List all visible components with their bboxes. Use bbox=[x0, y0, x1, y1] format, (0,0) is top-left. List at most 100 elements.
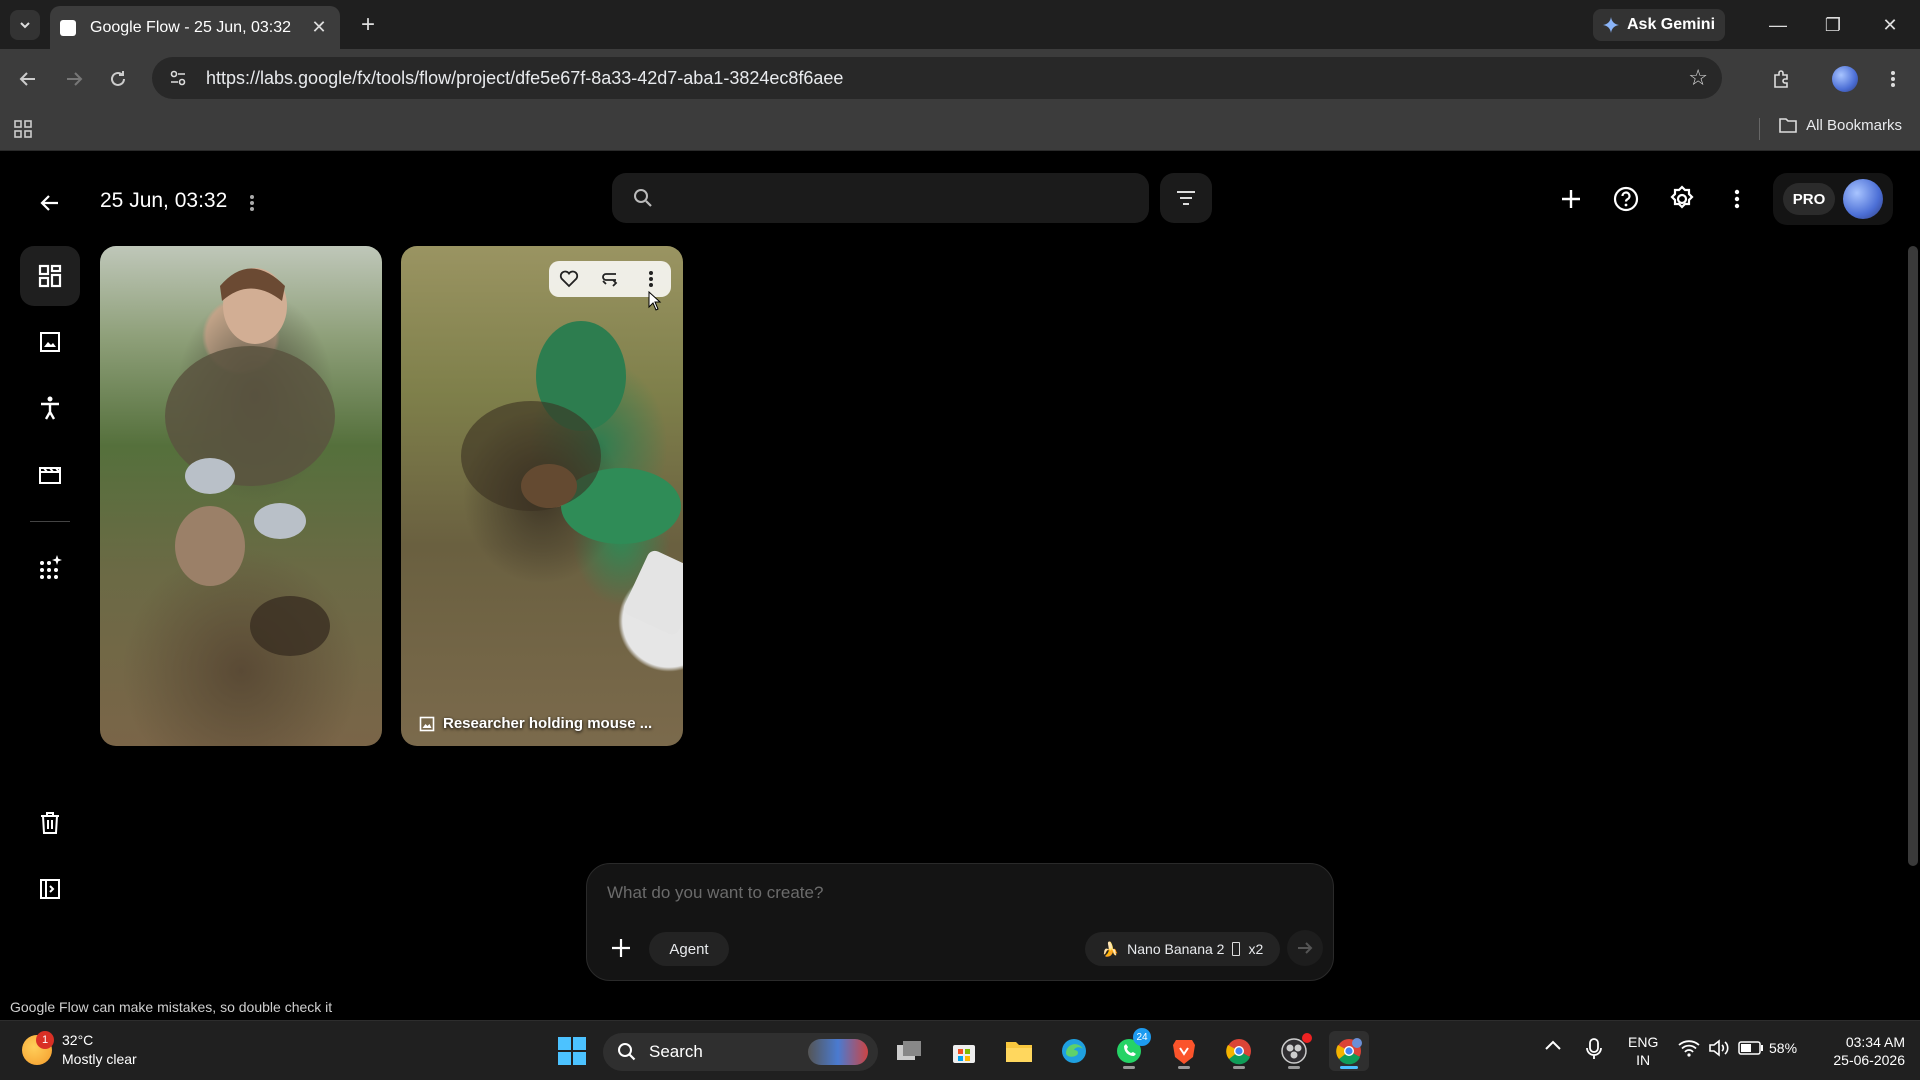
language-indicator[interactable]: ENG IN bbox=[1628, 1033, 1658, 1069]
add-button[interactable] bbox=[1553, 181, 1589, 217]
tab-favicon-icon bbox=[60, 19, 76, 36]
profile-avatar[interactable] bbox=[1828, 62, 1862, 96]
weather-widget[interactable]: 1 32°C Mostly clear bbox=[22, 1031, 137, 1069]
close-window-icon[interactable]: ✕ bbox=[1870, 9, 1910, 41]
whatsapp-badge: 24 bbox=[1133, 1028, 1151, 1046]
chrome-profile-icon[interactable] bbox=[1329, 1031, 1369, 1071]
reload-icon[interactable] bbox=[102, 63, 134, 95]
app-running-indicator bbox=[1123, 1066, 1135, 1069]
chrome-icon[interactable] bbox=[1219, 1031, 1259, 1071]
filter-icon bbox=[1177, 191, 1195, 205]
search-icon bbox=[618, 1043, 636, 1061]
recording-indicator bbox=[1302, 1033, 1312, 1043]
back-icon[interactable] bbox=[12, 63, 44, 95]
sidebar-grid-view[interactable] bbox=[20, 246, 80, 306]
browser-tab-bar: Google Flow - 25 Jun, 03:32 ✕ + Ask Gemi… bbox=[0, 0, 1920, 49]
sidebar-characters[interactable] bbox=[20, 378, 80, 438]
add-media-button[interactable] bbox=[603, 930, 639, 966]
avatar[interactable] bbox=[1843, 179, 1883, 219]
model-selector[interactable]: 🍌 Nano Banana 2 x2 bbox=[1085, 932, 1280, 966]
sidebar-divider bbox=[30, 521, 70, 522]
prompt-composer: Agent 🍌 Nano Banana 2 x2 bbox=[586, 863, 1334, 981]
disclaimer-text: Google Flow can make mistakes, so double… bbox=[10, 999, 333, 1015]
edge-browser-icon[interactable] bbox=[1054, 1031, 1094, 1071]
battery-icon bbox=[1738, 1041, 1763, 1055]
tab-close-icon[interactable]: ✕ bbox=[308, 17, 330, 39]
banana-icon: 🍌 bbox=[1101, 940, 1120, 957]
apps-grid-icon[interactable] bbox=[12, 118, 34, 145]
browser-tab-active[interactable]: Google Flow - 25 Jun, 03:32 ✕ bbox=[50, 6, 340, 49]
search-icon bbox=[634, 189, 652, 207]
agent-chip[interactable]: Agent bbox=[649, 932, 729, 966]
brave-browser-icon[interactable] bbox=[1164, 1031, 1204, 1071]
sidebar-scenes[interactable] bbox=[20, 444, 80, 504]
sparkle-grid-icon bbox=[40, 555, 62, 579]
help-button[interactable] bbox=[1608, 181, 1644, 217]
bookmarks-divider bbox=[1759, 118, 1760, 140]
grid-icon bbox=[38, 264, 62, 288]
bookmark-star-icon[interactable]: ☆ bbox=[1688, 65, 1708, 91]
minimize-icon[interactable]: — bbox=[1758, 9, 1798, 41]
filter-button[interactable] bbox=[1160, 173, 1212, 223]
whatsapp-icon[interactable]: 24 bbox=[1109, 1028, 1151, 1071]
app-active-indicator bbox=[1340, 1066, 1358, 1069]
restore-icon[interactable]: ❐ bbox=[1813, 9, 1853, 41]
folder-icon bbox=[1779, 118, 1797, 133]
temperature: 32°C bbox=[62, 1032, 94, 1048]
sidebar-trash[interactable] bbox=[20, 793, 80, 853]
ask-gemini-button[interactable]: Ask Gemini bbox=[1593, 9, 1725, 41]
task-view-icon[interactable] bbox=[889, 1031, 929, 1071]
settings-button[interactable] bbox=[1664, 181, 1700, 217]
sidebar-collapse-panel[interactable] bbox=[20, 859, 80, 919]
all-bookmarks-button[interactable]: All Bookmarks bbox=[1778, 116, 1902, 134]
app-running-indicator bbox=[1178, 1066, 1190, 1069]
microphone-icon[interactable] bbox=[1586, 1037, 1602, 1061]
gallery-card-researcher-holding-mouse[interactable]: Researcher holding mouse ... bbox=[401, 246, 683, 746]
search-input[interactable] bbox=[654, 173, 1149, 223]
wifi-icon[interactable] bbox=[1678, 1039, 1700, 1057]
prompt-input[interactable] bbox=[607, 878, 1307, 908]
help-icon bbox=[1613, 186, 1639, 212]
back-arrow-icon[interactable] bbox=[32, 185, 68, 221]
tab-search-button[interactable] bbox=[10, 10, 40, 40]
taskbar-search[interactable]: Search bbox=[603, 1033, 878, 1071]
obs-studio-icon[interactable] bbox=[1274, 1031, 1314, 1071]
arrow-right-icon bbox=[1298, 942, 1313, 954]
system-clock[interactable]: 03:34 AM 25-06-2026 bbox=[1815, 1033, 1905, 1069]
card-more-icon[interactable] bbox=[636, 264, 666, 294]
start-button[interactable] bbox=[552, 1031, 592, 1071]
address-bar[interactable]: https://labs.google/fx/tools/flow/projec… bbox=[152, 57, 1722, 99]
forward-icon[interactable] bbox=[58, 63, 90, 95]
volume-icon[interactable] bbox=[1708, 1039, 1730, 1057]
show-hidden-icons-chevron-up-icon[interactable] bbox=[1544, 1039, 1562, 1051]
microsoft-store-icon[interactable] bbox=[944, 1031, 984, 1071]
figure-icon bbox=[41, 396, 59, 420]
reuse-prompt-icon[interactable] bbox=[595, 264, 625, 294]
gallery-card-researcher-kneeling[interactable] bbox=[100, 246, 382, 746]
more-options-button[interactable] bbox=[1719, 181, 1755, 217]
image-icon bbox=[40, 332, 60, 352]
project-title[interactable]: 25 Jun, 03:32 bbox=[100, 189, 227, 213]
extensions-icon[interactable] bbox=[1764, 62, 1798, 96]
favorite-heart-icon[interactable] bbox=[554, 264, 584, 294]
search-bar bbox=[612, 173, 1149, 223]
new-tab-button[interactable]: + bbox=[353, 10, 383, 40]
browser-menu-icon[interactable] bbox=[1876, 62, 1910, 96]
windows-logo-icon bbox=[558, 1037, 586, 1065]
mouse-cursor-icon bbox=[648, 291, 662, 311]
chevron-down-icon bbox=[20, 22, 30, 29]
battery-indicator[interactable]: 58% bbox=[1738, 1040, 1797, 1056]
project-more-icon[interactable] bbox=[240, 185, 264, 221]
clock-date: 25-06-2026 bbox=[1833, 1052, 1905, 1068]
file-explorer-icon[interactable] bbox=[999, 1031, 1039, 1071]
account-pill[interactable]: PRO bbox=[1773, 173, 1893, 225]
gear-icon bbox=[1670, 185, 1694, 209]
weather-sun-icon: 1 bbox=[22, 1031, 54, 1065]
sidebar-images[interactable] bbox=[20, 312, 80, 372]
main-scrollbar[interactable] bbox=[1908, 246, 1918, 866]
site-info-icon[interactable] bbox=[158, 58, 198, 98]
send-button[interactable] bbox=[1287, 930, 1323, 966]
tab-title: Google Flow - 25 Jun, 03:32 bbox=[90, 18, 292, 36]
flow-app: 25 Jun, 03:32 PRO Researcher holding mou… bbox=[0, 151, 1920, 1020]
sidebar-tools[interactable] bbox=[20, 537, 80, 597]
